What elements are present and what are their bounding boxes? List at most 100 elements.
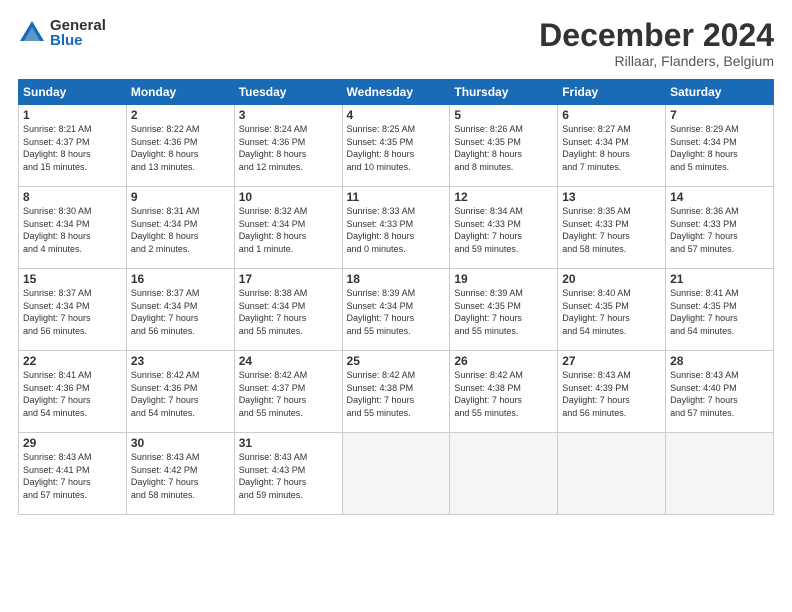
calendar-cell: 19Sunrise: 8:39 AM Sunset: 4:35 PM Dayli… [450,269,558,351]
header-row: SundayMondayTuesdayWednesdayThursdayFrid… [19,80,774,105]
day-info: Sunrise: 8:42 AM Sunset: 4:38 PM Dayligh… [347,369,446,419]
day-info: Sunrise: 8:43 AM Sunset: 4:40 PM Dayligh… [670,369,769,419]
day-info: Sunrise: 8:39 AM Sunset: 4:34 PM Dayligh… [347,287,446,337]
day-info: Sunrise: 8:42 AM Sunset: 4:38 PM Dayligh… [454,369,553,419]
calendar-cell: 24Sunrise: 8:42 AM Sunset: 4:37 PM Dayli… [234,351,342,433]
day-number: 4 [347,108,446,122]
calendar-cell: 25Sunrise: 8:42 AM Sunset: 4:38 PM Dayli… [342,351,450,433]
day-number: 8 [23,190,122,204]
day-number: 25 [347,354,446,368]
day-info: Sunrise: 8:38 AM Sunset: 4:34 PM Dayligh… [239,287,338,337]
day-info: Sunrise: 8:42 AM Sunset: 4:37 PM Dayligh… [239,369,338,419]
day-info: Sunrise: 8:33 AM Sunset: 4:33 PM Dayligh… [347,205,446,255]
day-number: 30 [131,436,230,450]
calendar-cell: 20Sunrise: 8:40 AM Sunset: 4:35 PM Dayli… [558,269,666,351]
logo-text: General Blue [50,18,106,48]
day-info: Sunrise: 8:43 AM Sunset: 4:39 PM Dayligh… [562,369,661,419]
calendar-cell: 8Sunrise: 8:30 AM Sunset: 4:34 PM Daylig… [19,187,127,269]
day-info: Sunrise: 8:37 AM Sunset: 4:34 PM Dayligh… [23,287,122,337]
calendar-cell: 7Sunrise: 8:29 AM Sunset: 4:34 PM Daylig… [666,105,774,187]
day-number: 21 [670,272,769,286]
calendar-cell: 12Sunrise: 8:34 AM Sunset: 4:33 PM Dayli… [450,187,558,269]
day-info: Sunrise: 8:24 AM Sunset: 4:36 PM Dayligh… [239,123,338,173]
day-info: Sunrise: 8:26 AM Sunset: 4:35 PM Dayligh… [454,123,553,173]
col-header-saturday: Saturday [666,80,774,105]
day-number: 26 [454,354,553,368]
day-info: Sunrise: 8:25 AM Sunset: 4:35 PM Dayligh… [347,123,446,173]
col-header-thursday: Thursday [450,80,558,105]
day-info: Sunrise: 8:39 AM Sunset: 4:35 PM Dayligh… [454,287,553,337]
day-info: Sunrise: 8:41 AM Sunset: 4:36 PM Dayligh… [23,369,122,419]
day-number: 24 [239,354,338,368]
calendar-cell: 23Sunrise: 8:42 AM Sunset: 4:36 PM Dayli… [126,351,234,433]
calendar-cell: 14Sunrise: 8:36 AM Sunset: 4:33 PM Dayli… [666,187,774,269]
day-info: Sunrise: 8:31 AM Sunset: 4:34 PM Dayligh… [131,205,230,255]
calendar-row: 1Sunrise: 8:21 AM Sunset: 4:37 PM Daylig… [19,105,774,187]
calendar-cell: 29Sunrise: 8:43 AM Sunset: 4:41 PM Dayli… [19,433,127,515]
calendar-cell: 2Sunrise: 8:22 AM Sunset: 4:36 PM Daylig… [126,105,234,187]
day-number: 7 [670,108,769,122]
header: General Blue December 2024 Rillaar, Flan… [18,18,774,69]
location: Rillaar, Flanders, Belgium [539,53,774,69]
day-info: Sunrise: 8:37 AM Sunset: 4:34 PM Dayligh… [131,287,230,337]
day-number: 6 [562,108,661,122]
calendar-cell: 21Sunrise: 8:41 AM Sunset: 4:35 PM Dayli… [666,269,774,351]
calendar-cell: 4Sunrise: 8:25 AM Sunset: 4:35 PM Daylig… [342,105,450,187]
day-number: 10 [239,190,338,204]
calendar-cell [666,433,774,515]
day-number: 18 [347,272,446,286]
day-info: Sunrise: 8:43 AM Sunset: 4:41 PM Dayligh… [23,451,122,501]
day-info: Sunrise: 8:30 AM Sunset: 4:34 PM Dayligh… [23,205,122,255]
page: General Blue December 2024 Rillaar, Flan… [0,0,792,612]
calendar-row: 8Sunrise: 8:30 AM Sunset: 4:34 PM Daylig… [19,187,774,269]
col-header-friday: Friday [558,80,666,105]
calendar-cell: 13Sunrise: 8:35 AM Sunset: 4:33 PM Dayli… [558,187,666,269]
day-info: Sunrise: 8:21 AM Sunset: 4:37 PM Dayligh… [23,123,122,173]
calendar-cell: 5Sunrise: 8:26 AM Sunset: 4:35 PM Daylig… [450,105,558,187]
calendar-cell: 28Sunrise: 8:43 AM Sunset: 4:40 PM Dayli… [666,351,774,433]
day-number: 11 [347,190,446,204]
calendar-cell [558,433,666,515]
day-number: 20 [562,272,661,286]
day-number: 31 [239,436,338,450]
day-info: Sunrise: 8:43 AM Sunset: 4:43 PM Dayligh… [239,451,338,501]
month-title: December 2024 [539,18,774,53]
calendar-table: SundayMondayTuesdayWednesdayThursdayFrid… [18,79,774,515]
day-number: 12 [454,190,553,204]
day-info: Sunrise: 8:29 AM Sunset: 4:34 PM Dayligh… [670,123,769,173]
calendar-cell: 17Sunrise: 8:38 AM Sunset: 4:34 PM Dayli… [234,269,342,351]
calendar-cell: 1Sunrise: 8:21 AM Sunset: 4:37 PM Daylig… [19,105,127,187]
day-info: Sunrise: 8:27 AM Sunset: 4:34 PM Dayligh… [562,123,661,173]
logo: General Blue [18,18,106,48]
day-info: Sunrise: 8:32 AM Sunset: 4:34 PM Dayligh… [239,205,338,255]
calendar-cell: 22Sunrise: 8:41 AM Sunset: 4:36 PM Dayli… [19,351,127,433]
day-info: Sunrise: 8:36 AM Sunset: 4:33 PM Dayligh… [670,205,769,255]
day-number: 28 [670,354,769,368]
day-number: 23 [131,354,230,368]
calendar-cell: 26Sunrise: 8:42 AM Sunset: 4:38 PM Dayli… [450,351,558,433]
logo-general: General [50,18,106,33]
day-number: 5 [454,108,553,122]
logo-icon [18,19,46,47]
calendar-header: SundayMondayTuesdayWednesdayThursdayFrid… [19,80,774,105]
calendar-cell: 11Sunrise: 8:33 AM Sunset: 4:33 PM Dayli… [342,187,450,269]
day-number: 19 [454,272,553,286]
day-number: 22 [23,354,122,368]
calendar-cell [342,433,450,515]
logo-blue: Blue [50,33,106,48]
col-header-monday: Monday [126,80,234,105]
calendar-cell: 6Sunrise: 8:27 AM Sunset: 4:34 PM Daylig… [558,105,666,187]
day-number: 17 [239,272,338,286]
calendar-cell: 9Sunrise: 8:31 AM Sunset: 4:34 PM Daylig… [126,187,234,269]
calendar-cell: 18Sunrise: 8:39 AM Sunset: 4:34 PM Dayli… [342,269,450,351]
calendar-cell: 16Sunrise: 8:37 AM Sunset: 4:34 PM Dayli… [126,269,234,351]
calendar-cell [450,433,558,515]
calendar-cell: 3Sunrise: 8:24 AM Sunset: 4:36 PM Daylig… [234,105,342,187]
day-info: Sunrise: 8:42 AM Sunset: 4:36 PM Dayligh… [131,369,230,419]
col-header-tuesday: Tuesday [234,80,342,105]
title-block: December 2024 Rillaar, Flanders, Belgium [539,18,774,69]
calendar-cell: 15Sunrise: 8:37 AM Sunset: 4:34 PM Dayli… [19,269,127,351]
day-info: Sunrise: 8:41 AM Sunset: 4:35 PM Dayligh… [670,287,769,337]
day-number: 1 [23,108,122,122]
day-number: 9 [131,190,230,204]
